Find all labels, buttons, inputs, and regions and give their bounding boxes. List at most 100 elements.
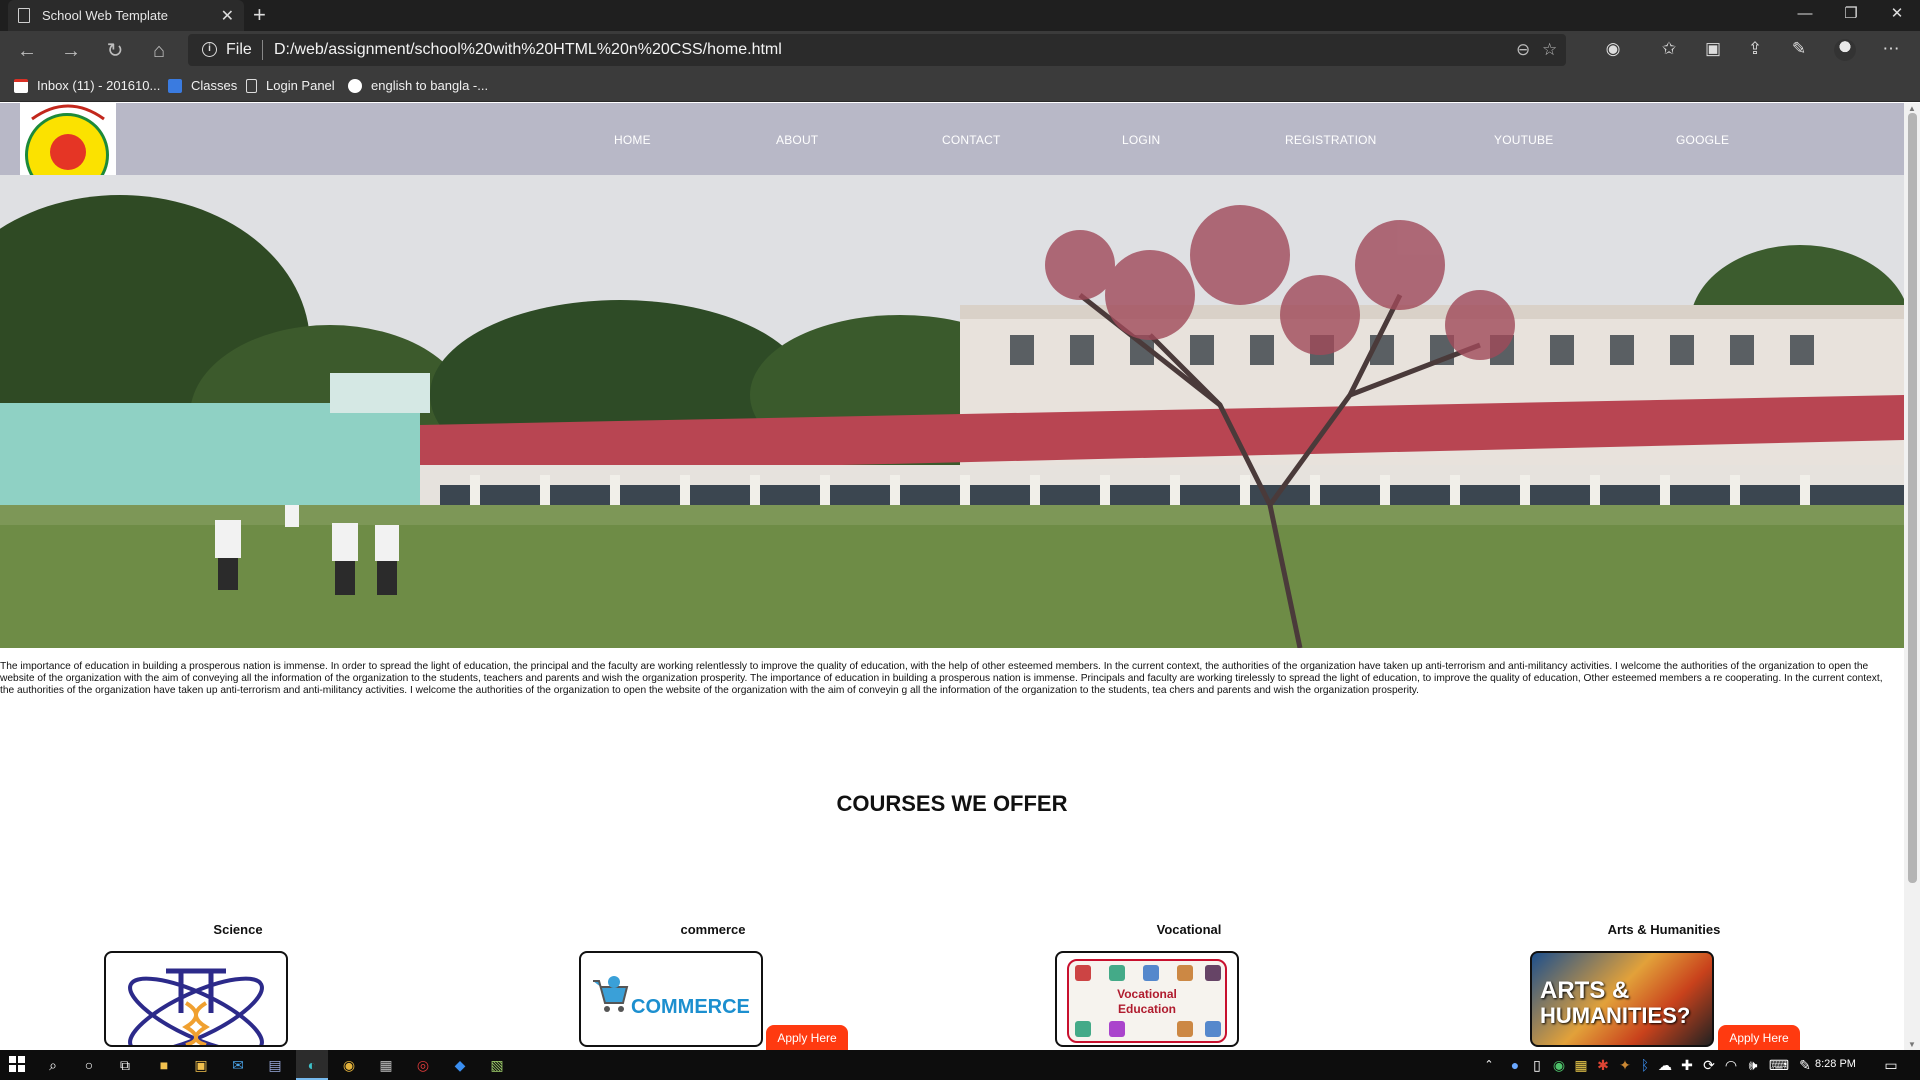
scroll-up-arrow-icon[interactable]: ▲ xyxy=(1908,104,1916,113)
document-icon xyxy=(18,8,30,23)
keyboard-icon[interactable]: ⌨ xyxy=(1768,1056,1790,1074)
bookmark-inbox[interactable]: Inbox (11) - 201610... xyxy=(14,78,160,93)
apply-here-button[interactable]: Apply Here xyxy=(766,1025,848,1050)
gmail-icon xyxy=(14,78,28,93)
course-card-arts-humanities[interactable]: ARTS & HUMANITIES? xyxy=(1530,951,1714,1047)
share-icon[interactable]: ⇪ xyxy=(1742,39,1768,59)
notification-icon[interactable]: ▭ xyxy=(1882,1056,1900,1074)
refresh-button[interactable]: ↻ xyxy=(102,38,128,64)
zoom-out-icon[interactable]: ⊖ xyxy=(1516,40,1530,60)
bookmark-classes[interactable]: Classes xyxy=(168,78,237,93)
favorites-icon[interactable]: ✩ xyxy=(1656,39,1682,59)
extension-icon[interactable]: ◉ xyxy=(1600,39,1626,59)
sync-icon[interactable]: ⟳ xyxy=(1700,1056,1718,1074)
minimize-button[interactable]: — xyxy=(1782,0,1828,31)
store-icon[interactable]: ▣ xyxy=(192,1056,210,1074)
window-controls: — ❐ ✕ xyxy=(1782,0,1920,31)
bluetooth-icon[interactable]: ᛒ xyxy=(1636,1056,1654,1074)
restore-button[interactable]: ❐ xyxy=(1828,0,1874,31)
bookmark-label: english to bangla -... xyxy=(371,78,489,93)
course-card-science[interactable] xyxy=(104,951,288,1047)
nav-registration[interactable]: REGISTRATION xyxy=(1285,133,1377,147)
notepad-icon[interactable]: ▧ xyxy=(488,1056,506,1074)
chrome-icon[interactable]: ◉ xyxy=(340,1056,358,1074)
nav-about[interactable]: ABOUT xyxy=(776,133,818,147)
calculator-icon[interactable]: ▦ xyxy=(377,1056,395,1074)
forward-button[interactable]: → xyxy=(58,38,84,64)
school-logo[interactable] xyxy=(20,103,116,197)
app-icon[interactable]: ▤ xyxy=(266,1056,284,1074)
course-name-commerce: commerce xyxy=(680,922,746,937)
url-scheme: File xyxy=(226,41,252,58)
cortana-icon[interactable]: ○ xyxy=(80,1056,98,1074)
pen-icon[interactable]: ✎ xyxy=(1796,1056,1814,1074)
hero-image xyxy=(0,175,1904,648)
new-tab-button[interactable]: + xyxy=(253,4,266,26)
close-window-button[interactable]: ✕ xyxy=(1874,0,1920,31)
back-button[interactable]: ← xyxy=(14,38,40,64)
tray-security-icon[interactable]: ◉ xyxy=(1550,1056,1568,1074)
tray-download-icon[interactable]: ✦ xyxy=(1616,1056,1634,1074)
windows-start-icon[interactable] xyxy=(8,1056,26,1074)
mail-icon[interactable]: ✉ xyxy=(229,1056,247,1074)
info-icon[interactable]: i xyxy=(202,42,217,57)
nav-home[interactable]: HOME xyxy=(614,133,651,147)
commerce-card-text: COMMERCE xyxy=(631,996,750,1018)
clock[interactable]: 8:28 PM xyxy=(1815,1058,1856,1070)
course-card-vocational[interactable]: Vocational Education xyxy=(1055,951,1239,1047)
messenger-icon[interactable]: ◆ xyxy=(451,1056,469,1074)
wifi-icon[interactable]: ◠ xyxy=(1722,1056,1740,1074)
more-menu-icon[interactable]: ⋯ xyxy=(1878,39,1904,59)
close-tab-icon[interactable]: ✕ xyxy=(221,6,234,26)
nav-login[interactable]: LOGIN xyxy=(1122,133,1160,147)
windows-taskbar: ⌕ ○ ⧉ ■ ▣ ✉ ▤ ◐ ◉ ▦ ◎ ◆ ▧ ⌃ ● ▯ ◉ ▦ ✱ ✦ … xyxy=(0,1050,1920,1080)
course-name-vocational: Vocational xyxy=(1156,922,1222,937)
record-icon[interactable]: ◎ xyxy=(414,1056,432,1074)
tray-phone-icon[interactable]: ▯ xyxy=(1528,1056,1546,1074)
classroom-icon xyxy=(168,78,182,93)
apply-here-button[interactable]: Apply Here xyxy=(1718,1025,1800,1050)
favorite-star-icon[interactable]: ☆ xyxy=(1542,40,1557,60)
tray-note-icon[interactable]: ▦ xyxy=(1572,1056,1590,1074)
intro-paragraph: The importance of education in building … xyxy=(0,661,1883,697)
scroll-thumb[interactable] xyxy=(1908,113,1917,883)
search-icon[interactable]: ⌕ xyxy=(44,1056,62,1074)
defender-icon[interactable]: ✚ xyxy=(1678,1056,1696,1074)
feedback-icon[interactable]: ✎ xyxy=(1786,39,1812,59)
bookmark-login-panel[interactable]: Login Panel xyxy=(246,78,335,93)
tab-strip: School Web Template ✕ + — ❐ ✕ xyxy=(0,0,1920,31)
scroll-down-arrow-icon[interactable]: ▼ xyxy=(1908,1040,1916,1049)
collections-icon[interactable]: ▣ xyxy=(1700,39,1726,59)
bookmark-label: Inbox (11) - 201610... xyxy=(37,78,161,93)
nav-contact[interactable]: CONTACT xyxy=(942,133,1001,147)
task-view-icon[interactable]: ⧉ xyxy=(116,1056,134,1074)
browser-tab[interactable]: School Web Template ✕ xyxy=(8,0,244,31)
browser-toolbar: ← → ↻ ⌂ i File D:/web/assignment/school%… xyxy=(0,31,1920,70)
course-card-commerce[interactable]: COMMERCE xyxy=(579,951,763,1047)
bookmark-label: Classes xyxy=(191,78,238,93)
profile-avatar[interactable] xyxy=(1834,39,1856,61)
nav-google[interactable]: GOOGLE xyxy=(1676,133,1729,147)
edge-icon[interactable]: ◐ xyxy=(303,1056,321,1074)
page-icon xyxy=(246,78,257,93)
logo-text xyxy=(26,103,110,121)
volume-icon[interactable]: 🕪 xyxy=(1744,1056,1762,1074)
tray-expand-icon[interactable]: ⌃ xyxy=(1480,1056,1498,1074)
home-button[interactable]: ⌂ xyxy=(146,38,172,64)
bookmark-english-to-bangla[interactable]: english to bangla -... xyxy=(348,78,488,93)
tab-title: School Web Template xyxy=(42,8,168,23)
page-scrollbar[interactable]: ▲ ▼ xyxy=(1904,103,1920,1050)
vocational-collage: Vocational Education xyxy=(1067,959,1227,1043)
url-text[interactable]: D:/web/assignment/school%20with%20HTML%2… xyxy=(274,41,782,59)
address-bar[interactable]: i File D:/web/assignment/school%20with%2… xyxy=(188,34,1566,66)
logo-sun-icon xyxy=(50,134,86,170)
nav-youtube[interactable]: YOUTUBE xyxy=(1494,133,1553,147)
site-header: HOME ABOUT CONTACT LOGIN REGISTRATION YO… xyxy=(0,103,1904,197)
bookmark-label: Login Panel xyxy=(266,78,335,93)
onedrive-icon[interactable]: ☁ xyxy=(1656,1056,1674,1074)
file-explorer-icon[interactable]: ■ xyxy=(155,1056,173,1074)
shopping-cart-icon xyxy=(591,975,629,1015)
arts-card-text-1: ARTS & xyxy=(1540,977,1630,1004)
tray-media-icon[interactable]: ✱ xyxy=(1594,1056,1612,1074)
tray-app-icon[interactable]: ● xyxy=(1506,1056,1524,1074)
